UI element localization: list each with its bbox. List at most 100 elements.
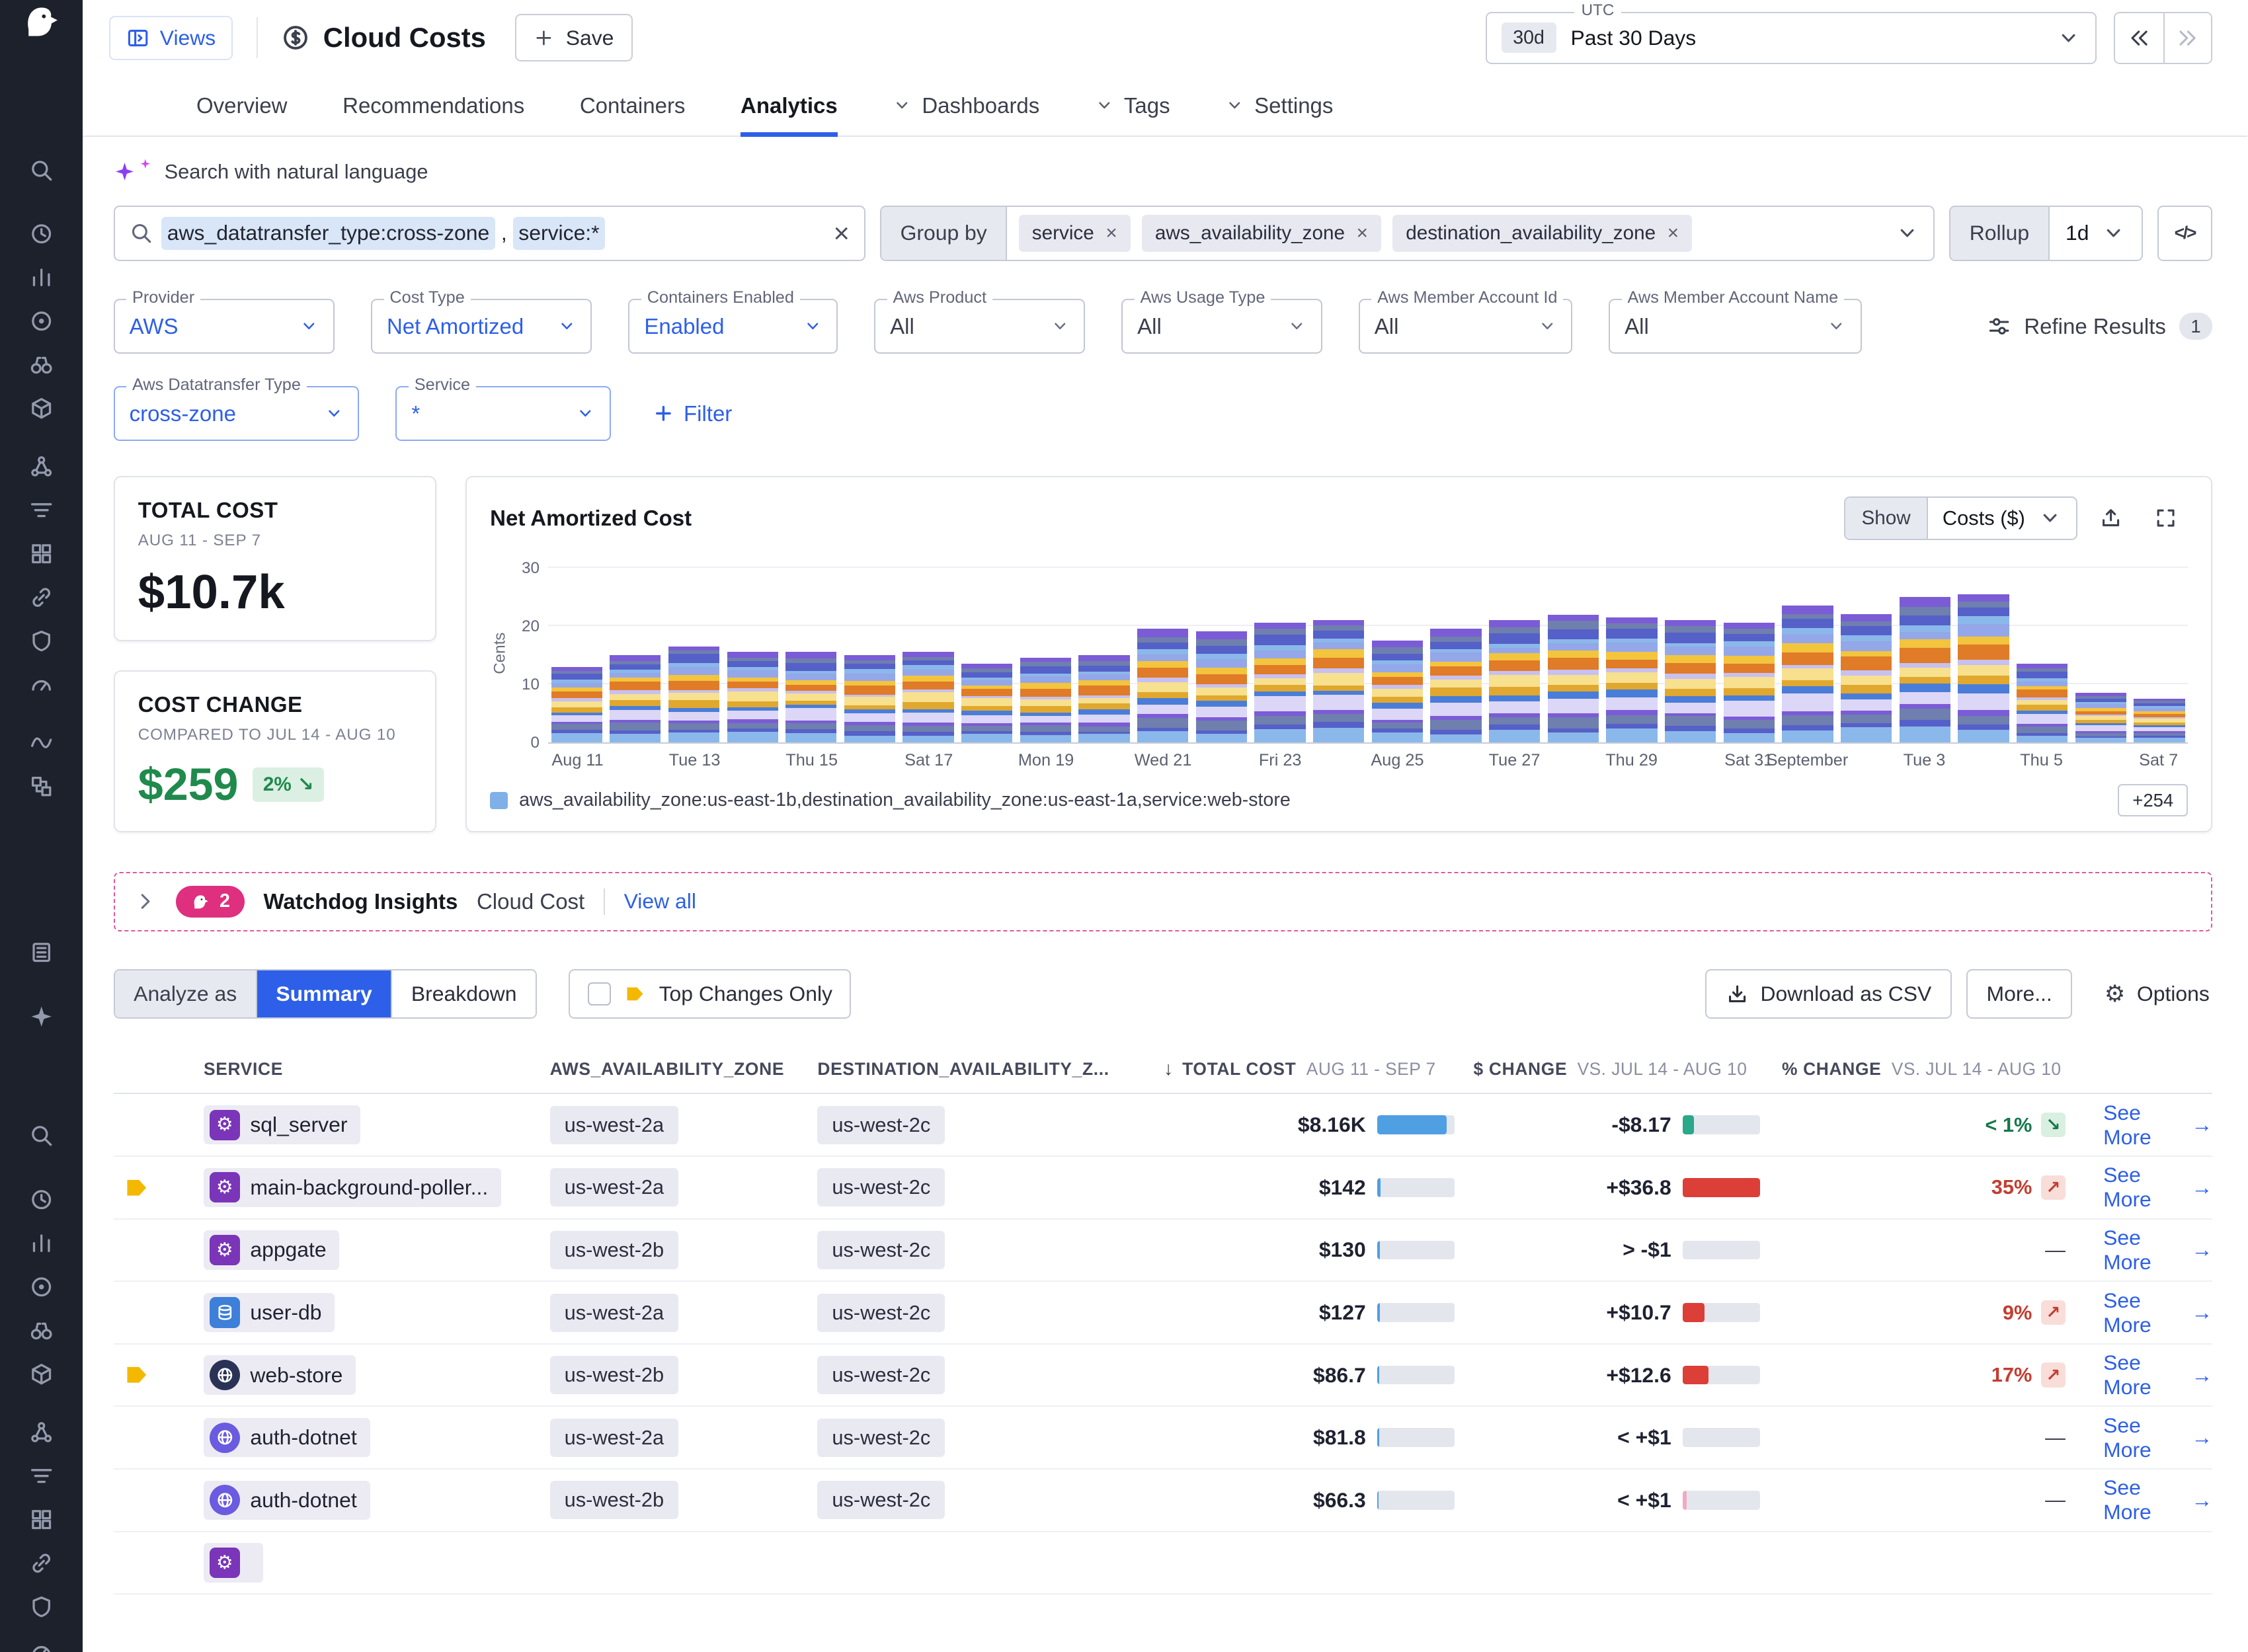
query-token[interactable]: service:*	[513, 217, 606, 250]
top-changes-checkbox[interactable]	[588, 982, 611, 1005]
service-chip[interactable]: ⚙sql_server	[204, 1105, 360, 1144]
chart-bar[interactable]	[1841, 614, 1892, 742]
add-filter-button[interactable]: Filter	[653, 401, 733, 426]
zone-chip[interactable]: us-west-2b	[550, 1481, 679, 1519]
search-input[interactable]: aws_datatransfer_type:cross-zone,service…	[114, 206, 865, 261]
legend-label[interactable]: aws_availability_zone:us-east-1b,destina…	[519, 789, 1291, 811]
filter-aws-product[interactable]: Aws ProductAll	[874, 299, 1085, 354]
sidebar-item-metrics[interactable]	[0, 256, 83, 299]
remove-chip-icon[interactable]: ×	[1105, 222, 1117, 245]
sidebar-item-infrastructure[interactable]	[0, 931, 83, 974]
chart-bar[interactable]	[1313, 620, 1364, 742]
col-pct-change[interactable]: % CHANGEVS. JUL 14 - AUG 10	[1760, 1059, 2066, 1080]
refine-results-button[interactable]: Refine Results1	[1987, 313, 2212, 340]
legend-more-badge[interactable]: +254	[2118, 784, 2188, 816]
sidebar-item-pipelines-2[interactable]	[0, 1454, 83, 1498]
time-shift-forward-button[interactable]	[2163, 13, 2212, 63]
dest-zone-chip[interactable]: us-west-2c	[817, 1356, 945, 1394]
natural-language-search[interactable]: Search with natural language	[114, 160, 2213, 184]
dest-zone-chip[interactable]: us-west-2c	[817, 1294, 945, 1332]
chart-bar[interactable]	[1254, 623, 1305, 742]
tab-dashboards[interactable]: Dashboards	[893, 75, 1039, 135]
group-by-chip-service[interactable]: service×	[1019, 215, 1131, 252]
sidebar-item-watchdog-monitor-2[interactable]	[0, 1265, 83, 1309]
download-csv-button[interactable]: Download as CSV	[1705, 969, 1952, 1019]
see-more-link[interactable]: See More→	[2066, 1288, 2212, 1337]
see-more-link[interactable]: See More→	[2066, 1351, 2212, 1399]
see-more-link[interactable]: See More→	[2066, 1413, 2212, 1462]
filter-service[interactable]: Service*	[395, 386, 611, 442]
chevron-right-icon[interactable]	[134, 890, 157, 913]
watchdog-insights-bar[interactable]: 2 Watchdog Insights Cloud Cost View all	[114, 872, 2213, 931]
sidebar-item-search[interactable]	[0, 148, 83, 192]
sidebar-item-binoculars[interactable]	[0, 343, 83, 387]
filter-provider[interactable]: ProviderAWS	[114, 299, 335, 354]
see-more-link[interactable]: See More→	[2066, 1226, 2212, 1275]
chart-bar[interactable]	[903, 652, 953, 742]
table-row[interactable]: user-dbus-west-2aus-west-2c$127+$10.79%↗…	[114, 1282, 2213, 1345]
clear-search-icon[interactable]: ×	[834, 219, 850, 247]
sidebar-item-binoculars-2[interactable]	[0, 1309, 83, 1353]
chart-bar[interactable]	[2017, 664, 2067, 742]
query-syntax-toggle[interactable]: </>	[2157, 206, 2213, 261]
remove-chip-icon[interactable]: ×	[1357, 222, 1368, 245]
chart-bar[interactable]	[844, 655, 895, 742]
sidebar-item-search-2[interactable]	[0, 1114, 83, 1158]
filter-aws-member-account-name[interactable]: Aws Member Account NameAll	[1609, 299, 1862, 354]
watchdog-view-all-link[interactable]: View all	[624, 889, 696, 914]
filter-aws-usage-type[interactable]: Aws Usage TypeAll	[1121, 299, 1322, 354]
chart-bar[interactable]	[1724, 623, 1775, 742]
tab-tags[interactable]: Tags	[1095, 75, 1170, 135]
tab-breakdown[interactable]: Breakdown	[391, 970, 536, 1017]
sidebar-item-history-2[interactable]	[0, 1178, 83, 1222]
chart-bar[interactable]	[1782, 606, 1833, 742]
zone-chip[interactable]: us-west-2a	[550, 1168, 679, 1206]
sidebar-item-synthetics[interactable]	[0, 721, 83, 765]
chart-bar[interactable]	[785, 652, 836, 742]
tab-recommendations[interactable]: Recommendations	[342, 75, 524, 135]
col-service[interactable]: SERVICE	[204, 1059, 550, 1080]
col-dollar-change[interactable]: $ CHANGEVS. JUL 14 - AUG 10	[1455, 1059, 1760, 1080]
chart-show-control[interactable]: Show Costs ($)	[1844, 496, 2077, 540]
sidebar-item-apps[interactable]	[0, 532, 83, 576]
rollup-control[interactable]: Rollup 1d	[1949, 206, 2142, 261]
col-total-cost[interactable]: ↓TOTAL COSTAUG 11 - SEP 7	[1164, 1058, 1455, 1080]
chart-bar[interactable]	[1137, 629, 1188, 742]
service-chip[interactable]: ⚙	[204, 1543, 263, 1582]
chart-bar[interactable]	[1430, 629, 1481, 742]
filter-aws-datatransfer-type[interactable]: Aws Datatransfer Typecross-zone	[114, 386, 360, 442]
zone-chip[interactable]: us-west-2a	[550, 1419, 679, 1457]
table-row[interactable]: auth-dotnetus-west-2bus-west-2c$66.3< +$…	[114, 1470, 2213, 1532]
table-row[interactable]: ⚙sql_serverus-west-2aus-west-2c$8.16K-$8…	[114, 1094, 2213, 1157]
sidebar-item-metrics-2[interactable]	[0, 1222, 83, 1265]
service-chip[interactable]: user-db	[204, 1293, 335, 1332]
sidebar-item-security[interactable]	[0, 619, 83, 663]
time-shift-back-button[interactable]	[2115, 13, 2163, 63]
chart-bar[interactable]	[1665, 620, 1716, 742]
table-row[interactable]: ⚙main-background-poller...us-west-2aus-w…	[114, 1157, 2213, 1220]
zone-chip[interactable]: us-west-2b	[550, 1231, 679, 1269]
sidebar-item-security-2[interactable]	[0, 1585, 83, 1629]
chart-bar[interactable]	[610, 655, 661, 742]
see-more-link[interactable]: See More→	[2066, 1163, 2212, 1212]
dest-zone-chip[interactable]: us-west-2c	[817, 1231, 945, 1269]
tab-summary[interactable]: Summary	[257, 970, 391, 1017]
filter-cost-type[interactable]: Cost TypeNet Amortized	[371, 299, 592, 354]
group-by-caret[interactable]	[1896, 221, 1919, 245]
time-range-picker[interactable]: UTC 30d Past 30 Days	[1486, 12, 2097, 64]
zone-chip[interactable]: us-west-2b	[550, 1356, 679, 1394]
more-button[interactable]: More...	[1966, 969, 2072, 1019]
service-chip[interactable]: web-store	[204, 1355, 356, 1394]
sidebar-item-packages-2[interactable]	[0, 1353, 83, 1396]
chart-bar[interactable]	[1606, 617, 1657, 742]
remove-chip-icon[interactable]: ×	[1667, 222, 1679, 245]
chart-bar[interactable]	[1489, 620, 1540, 742]
sidebar-item-dashboards-2[interactable]	[0, 1629, 83, 1652]
save-button[interactable]: Save	[515, 14, 633, 61]
chart-bar[interactable]	[1958, 594, 2009, 742]
sidebar-item-apps-2[interactable]	[0, 1498, 83, 1542]
service-chip[interactable]: ⚙appgate	[204, 1230, 339, 1269]
filter-aws-member-account-id[interactable]: Aws Member Account IdAll	[1359, 299, 1572, 354]
col-dest-zone[interactable]: DESTINATION_AVAILABILITY_Z...	[817, 1059, 1164, 1080]
sidebar-item-pipelines[interactable]	[0, 489, 83, 532]
